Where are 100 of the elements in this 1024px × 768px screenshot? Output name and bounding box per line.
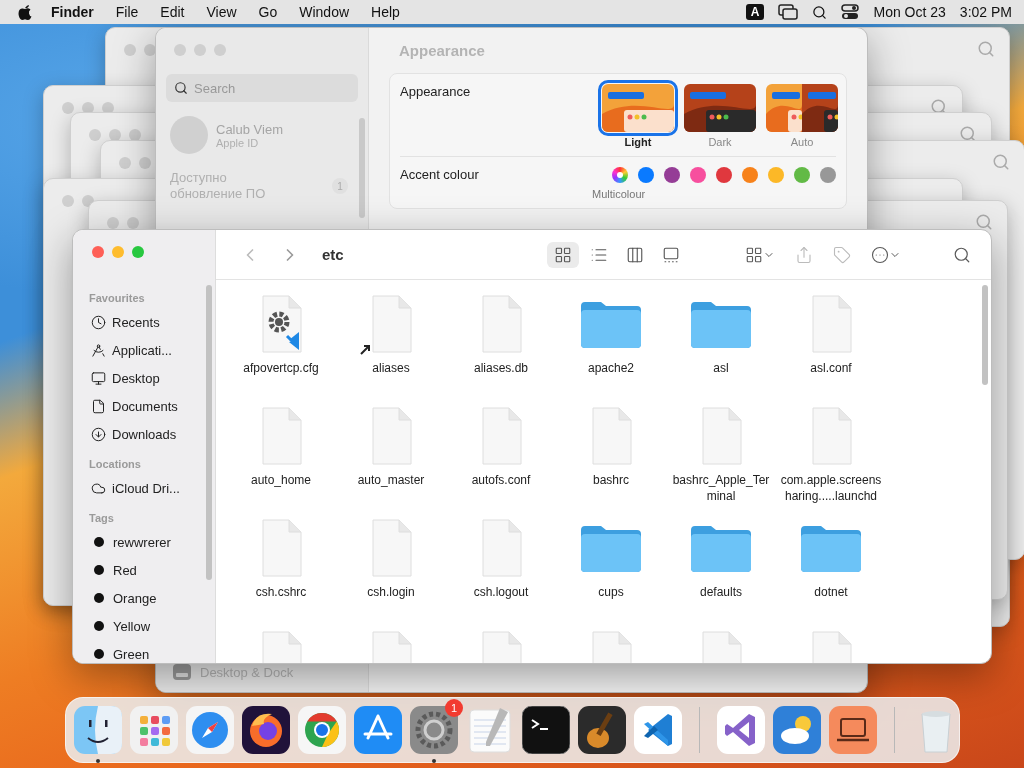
tag-icon: [833, 245, 851, 264]
windows-icon[interactable]: [778, 4, 799, 20]
account-name: Calub Viem: [216, 121, 283, 137]
section-heading: Favourites: [89, 292, 146, 304]
window-buttons-icon[interactable]: [124, 44, 156, 56]
terminal-icon[interactable]: [522, 706, 570, 754]
scrollbar[interactable]: [359, 118, 365, 218]
menu-item[interactable]: File: [104, 4, 150, 20]
accent-color-swatch[interactable]: [690, 167, 706, 183]
accent-color-swatch[interactable]: [742, 167, 758, 183]
file-name[interactable]: asl: [668, 360, 774, 376]
fox-globe-icon[interactable]: [242, 706, 290, 754]
sidebar-item[interactable]: Recents: [83, 308, 207, 336]
file-name[interactable]: defaults: [668, 584, 774, 600]
cloud-sun-icon[interactable]: [773, 706, 821, 754]
file-name[interactable]: aliases: [338, 360, 444, 376]
file-name[interactable]: csh.cshrc: [228, 584, 334, 600]
tag-dot: [94, 537, 104, 547]
sidebar-item[interactable]: Desktop: [83, 364, 207, 392]
menu-item[interactable]: Go: [247, 4, 289, 20]
tag-dot: [94, 621, 104, 631]
file-name[interactable]: csh.login: [338, 584, 444, 600]
avatar[interactable]: [170, 116, 208, 154]
input-source-indicator[interactable]: A: [745, 4, 765, 20]
gear-icon[interactable]: [410, 706, 458, 754]
accent-color-swatch[interactable]: [664, 167, 680, 183]
accent-color-swatch[interactable]: [794, 167, 810, 183]
sidebar-item[interactable]: Green: [83, 640, 207, 663]
code-editor-icon[interactable]: [717, 706, 765, 754]
ellipsis-icon: [871, 245, 889, 264]
document-icon: [91, 398, 106, 414]
window-buttons-icon[interactable]: [89, 129, 141, 141]
app-grid-icon[interactable]: [130, 706, 178, 754]
menu-date[interactable]: Mon Oct 23: [873, 4, 946, 20]
file-name[interactable]: apache2: [558, 360, 664, 376]
compass-icon: [91, 342, 106, 358]
accent-color-swatch[interactable]: [716, 167, 732, 183]
section-heading: Locations: [89, 458, 142, 470]
tag-dot: [94, 593, 104, 603]
file-name[interactable]: com.apple.screensharing.....launchd: [778, 472, 884, 504]
notepad-icon[interactable]: [466, 706, 514, 754]
accent-color-swatch[interactable]: [612, 167, 628, 183]
window-buttons-icon[interactable]: [119, 157, 151, 169]
pane-title: Appearance: [398, 42, 486, 59]
accent-color-swatch[interactable]: [820, 167, 836, 183]
sidebar-item[interactable]: Downloads: [83, 420, 207, 448]
notification-badge: 1: [445, 699, 463, 717]
gallery-icon: [662, 245, 680, 264]
window-buttons-icon[interactable]: [62, 195, 94, 207]
file-name[interactable]: cups: [558, 584, 664, 600]
apple-icon[interactable]: [18, 4, 32, 20]
icon-view-button[interactable]: [547, 241, 579, 268]
laptop-icon[interactable]: [829, 706, 877, 754]
file-name[interactable]: bashrc_Apple_Terminal: [668, 472, 774, 504]
menu-time[interactable]: 3:02 PM: [959, 4, 1012, 20]
file-name[interactable]: afpovertcp.cfg: [228, 360, 334, 376]
window-buttons-icon[interactable]: [107, 217, 139, 229]
app-menu[interactable]: Finder: [40, 4, 105, 20]
columns-icon: [626, 245, 644, 264]
file-name[interactable]: autofs.conf: [448, 472, 554, 488]
accent-color-swatch[interactable]: [638, 167, 654, 183]
file-name[interactable]: csh.logout: [448, 584, 554, 600]
menu-item[interactable]: View: [195, 4, 248, 20]
guitar-icon[interactable]: [578, 706, 626, 754]
app-store-icon[interactable]: [354, 706, 402, 754]
sidebar-item[interactable]: Applicati...: [83, 336, 207, 364]
window-buttons-icon[interactable]: [174, 44, 226, 56]
tag-dot: [94, 649, 104, 659]
scrollbar[interactable]: [206, 285, 212, 580]
file-name[interactable]: auto_home: [228, 472, 334, 488]
smiley-face-icon[interactable]: [74, 706, 122, 754]
sidebar-item[interactable]: Yellow: [83, 612, 207, 640]
grid-icon: [745, 245, 763, 264]
sidebar-item[interactable]: rewwrerer: [83, 528, 207, 556]
window-buttons-icon[interactable]: [92, 246, 144, 258]
search-icon: [174, 81, 188, 95]
sidebar-item[interactable]: Documents: [83, 392, 207, 420]
file-name[interactable]: auto_master: [338, 472, 444, 488]
cloud-icon: [91, 480, 106, 496]
scrollbar[interactable]: [982, 285, 988, 385]
window-buttons-icon[interactable]: [62, 102, 114, 114]
search-icon: [953, 245, 971, 264]
search-icon[interactable]: [812, 4, 828, 20]
file-name[interactable]: asl.conf: [778, 360, 884, 376]
download-icon: [91, 426, 106, 442]
menu-item[interactable]: Edit: [149, 4, 196, 20]
compass-icon[interactable]: [186, 706, 234, 754]
sidebar-item[interactable]: Orange: [83, 584, 207, 612]
accent-color-swatch[interactable]: [768, 167, 784, 183]
code-editor-icon[interactable]: [634, 706, 682, 754]
file-name[interactable]: aliases.db: [448, 360, 554, 376]
menu-item[interactable]: Window: [288, 4, 361, 20]
sidebar-item[interactable]: Red: [83, 556, 207, 584]
grid-icon: [554, 245, 572, 264]
menu-item[interactable]: Help: [360, 4, 411, 20]
toggles-icon[interactable]: [841, 4, 860, 20]
sidebar-item[interactable]: iCloud Dri...: [83, 474, 207, 502]
file-name[interactable]: dotnet: [778, 584, 884, 600]
row-label: Accent colour: [400, 167, 479, 184]
file-name[interactable]: bashrc: [558, 472, 664, 488]
